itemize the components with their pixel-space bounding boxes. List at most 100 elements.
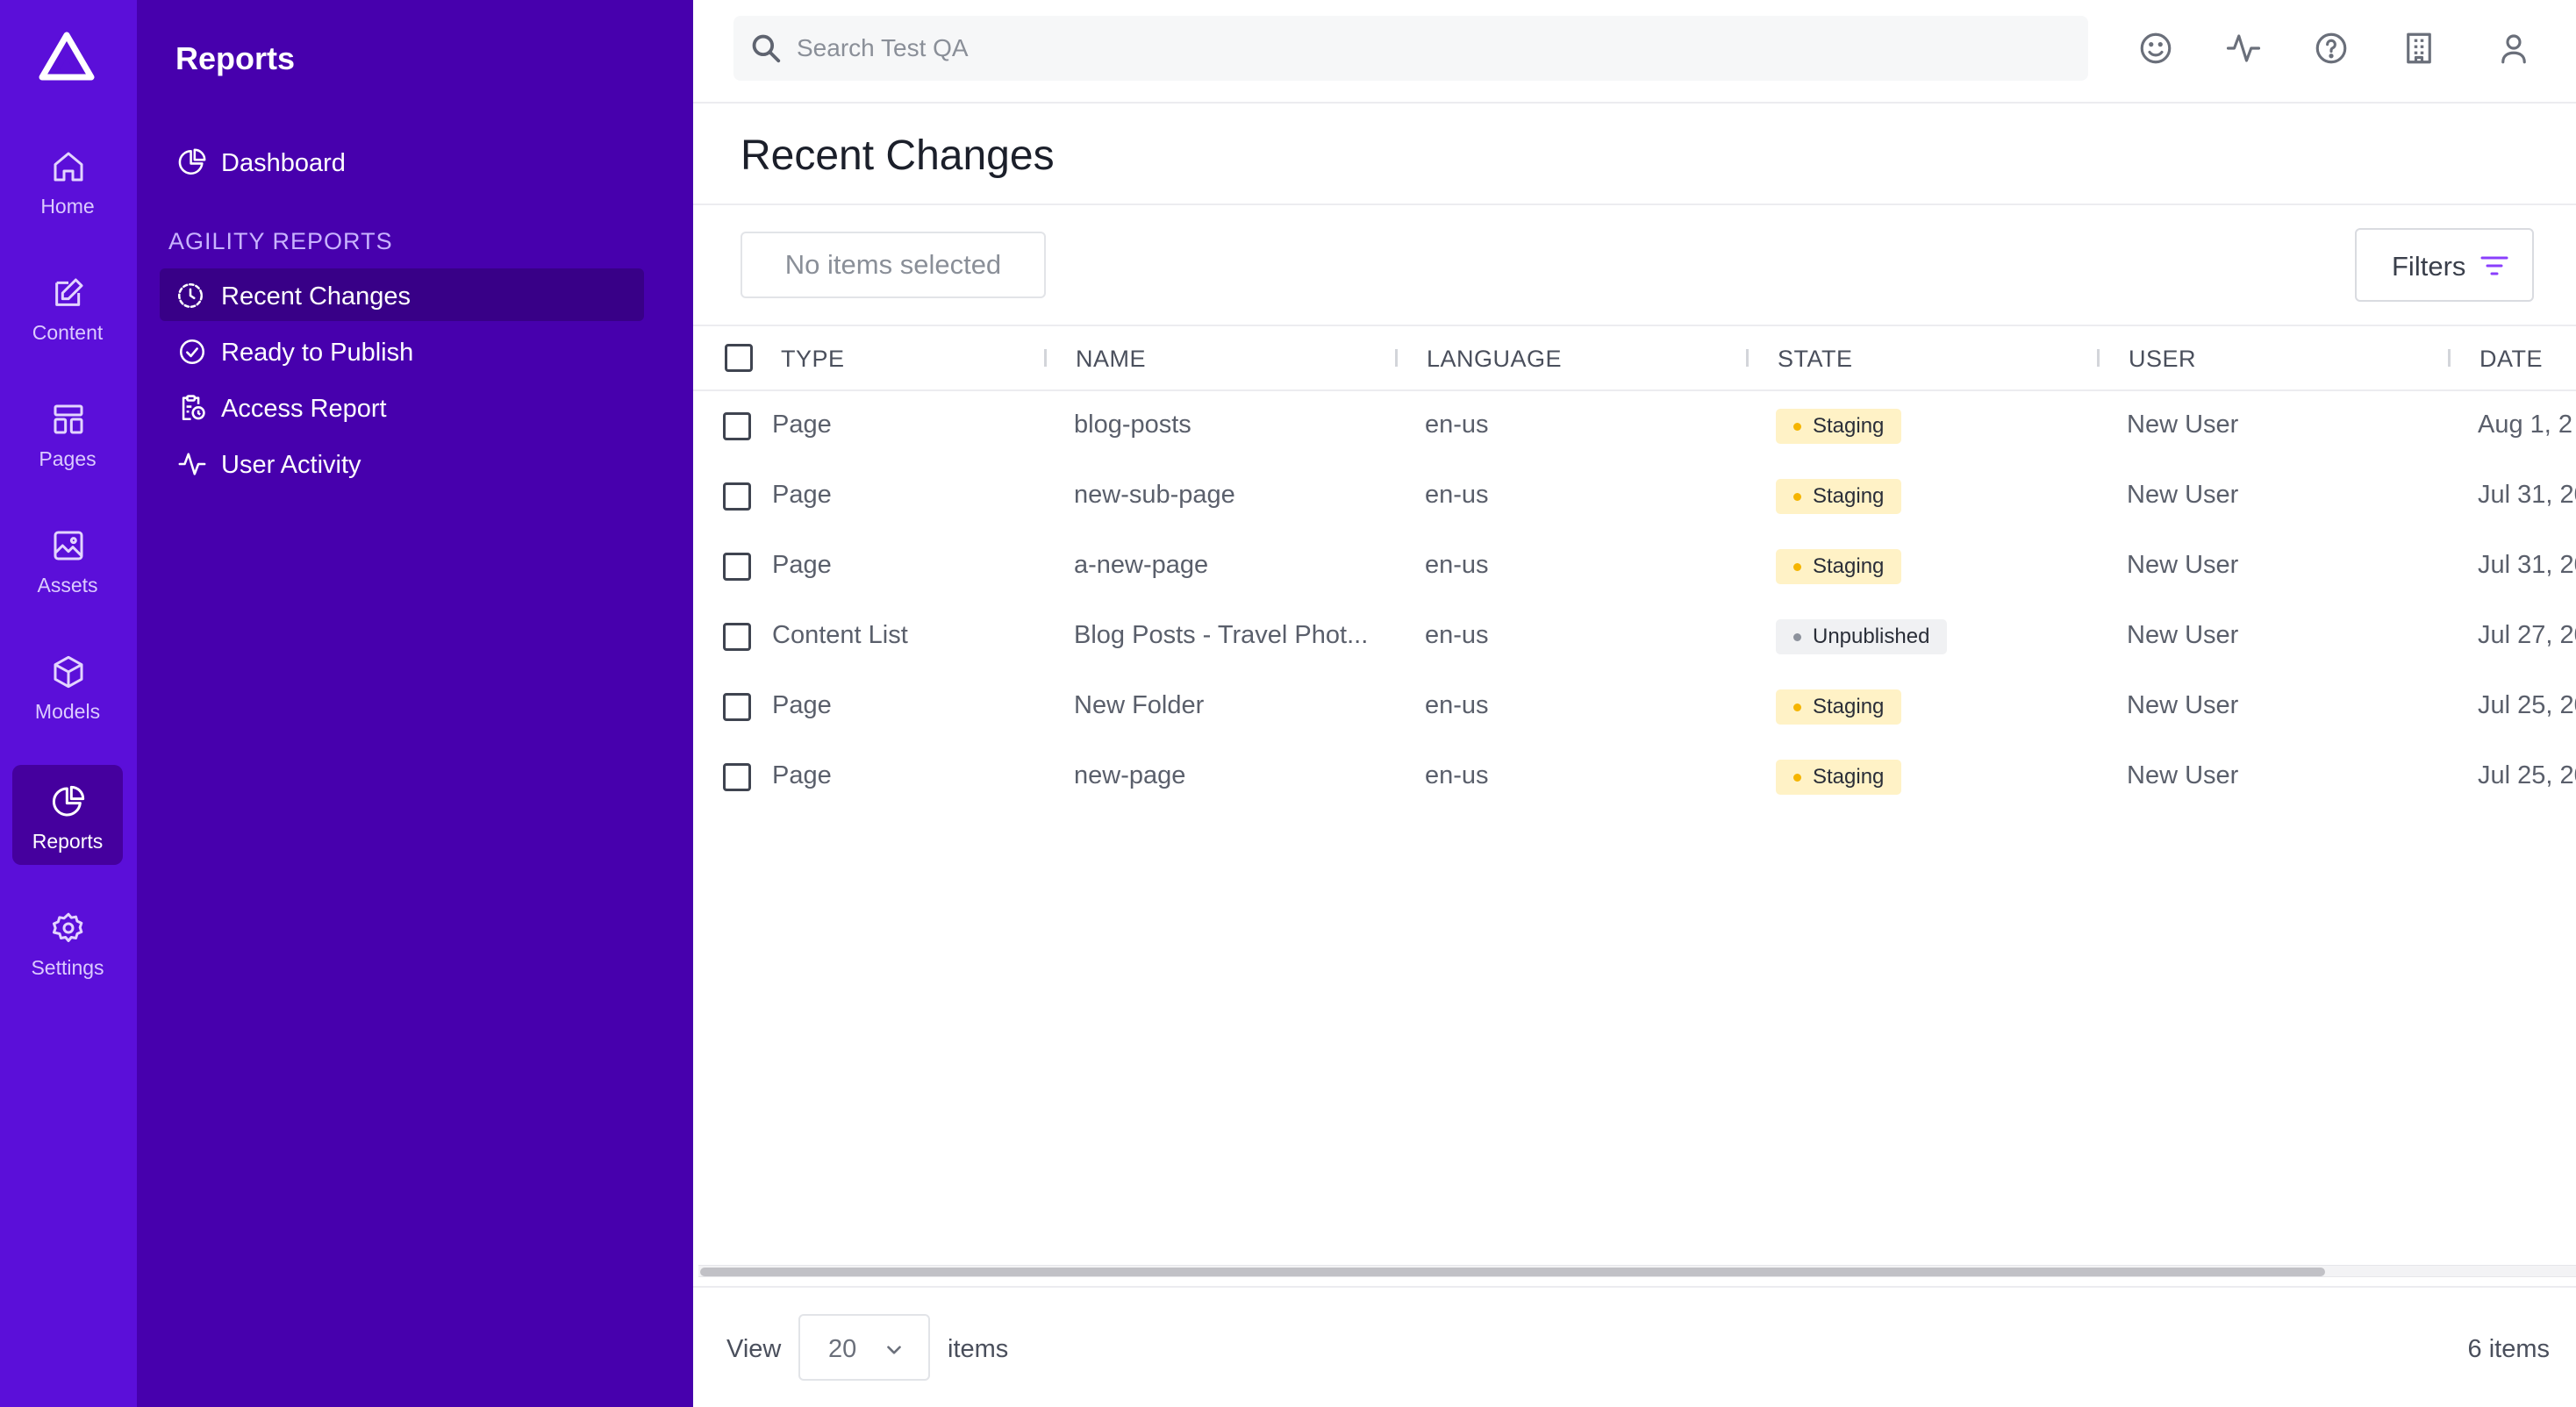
cell-name: New Folder xyxy=(1074,691,1205,719)
building-icon xyxy=(2407,32,2431,64)
row-checkbox[interactable] xyxy=(723,693,751,721)
sidebar-item-label: Dashboard xyxy=(221,149,346,177)
row-checkbox[interactable] xyxy=(723,623,751,651)
status-badge: Staging xyxy=(1776,409,1902,444)
row-checkbox[interactable] xyxy=(723,412,751,440)
row-checkbox[interactable] xyxy=(723,763,751,791)
filter-icon xyxy=(2480,256,2508,275)
activity-icon xyxy=(2226,34,2261,62)
rail-item-pages[interactable]: Pages xyxy=(12,382,123,482)
cell-date: Jul 31, 20 xyxy=(2478,481,2576,509)
status-badge: Staging xyxy=(1776,689,1902,725)
sidebar-item-recent-changes[interactable]: Recent Changes xyxy=(160,268,644,321)
rail-item-home[interactable]: Home xyxy=(12,130,123,230)
cell-language: en-us xyxy=(1425,621,1489,649)
table-row[interactable]: Page new-page en-us Staging New User Jul… xyxy=(693,742,2576,812)
organization-button[interactable] xyxy=(2401,30,2437,67)
sidebar-item-label: User Activity xyxy=(221,451,361,479)
column-resize-handle[interactable] xyxy=(1746,349,1749,367)
reports-sidebar: Reports Dashboard AGILITY REPORTS Recent… xyxy=(137,0,693,1407)
cell-language: en-us xyxy=(1425,761,1489,789)
horizontal-scrollbar[interactable] xyxy=(698,1265,2576,1277)
rail-item-content[interactable]: Content xyxy=(12,256,123,356)
table-row[interactable]: Page new-sub-page en-us Staging New User… xyxy=(693,461,2576,532)
column-resize-handle[interactable] xyxy=(2097,349,2100,367)
table-footer: View 20 items 6 items xyxy=(693,1286,2576,1407)
cell-language: en-us xyxy=(1425,691,1489,719)
sidebar-section-label: AGILITY REPORTS xyxy=(168,228,393,254)
table-row[interactable]: Page New Folder en-us Staging New User J… xyxy=(693,672,2576,742)
column-header-user[interactable]: USER xyxy=(2129,346,2196,373)
sidebar-item-access-report[interactable]: Access Report xyxy=(161,381,644,433)
table-row[interactable]: Page blog-posts en-us Staging New User A… xyxy=(693,391,2576,461)
table-row[interactable]: Content List Blog Posts - Travel Phot...… xyxy=(693,602,2576,672)
item-count: 6 items xyxy=(2467,1335,2550,1363)
activity-button[interactable] xyxy=(2225,30,2262,67)
page-title: Recent Changes xyxy=(741,132,1055,179)
user-icon xyxy=(2501,34,2526,64)
select-all-checkbox[interactable] xyxy=(725,344,753,372)
cell-user: New User xyxy=(2127,761,2239,789)
status-text: Unpublished xyxy=(1813,625,1930,648)
column-resize-handle[interactable] xyxy=(1044,349,1047,367)
rail-label: Pages xyxy=(39,447,97,470)
sidebar-item-dashboard[interactable]: Dashboard xyxy=(161,135,644,188)
scrollbar-thumb[interactable] xyxy=(700,1268,2325,1276)
row-checkbox[interactable] xyxy=(723,553,751,581)
status-dot xyxy=(1793,563,1801,571)
column-header-date[interactable]: DATE xyxy=(2479,346,2543,373)
cell-user: New User xyxy=(2127,481,2239,509)
sidebar-item-user-activity[interactable]: User Activity xyxy=(161,437,644,489)
feedback-button[interactable] xyxy=(2137,30,2174,67)
home-icon xyxy=(54,152,83,182)
rail-label: Assets xyxy=(37,574,98,596)
rail-item-models[interactable]: Models xyxy=(12,635,123,735)
activity-icon xyxy=(178,453,206,475)
column-header-name[interactable]: NAME xyxy=(1076,346,1146,373)
view-label: View xyxy=(726,1335,782,1363)
rail-item-assets[interactable]: Assets xyxy=(12,509,123,609)
filters-button[interactable]: Filters xyxy=(2355,228,2534,302)
column-header-state[interactable]: STATE xyxy=(1778,346,1853,373)
image-icon xyxy=(54,531,83,561)
profile-button[interactable] xyxy=(2495,30,2532,67)
cell-date: Jul 31, 20 xyxy=(2478,551,2576,579)
cell-name: blog-posts xyxy=(1074,411,1191,439)
cell-language: en-us xyxy=(1425,551,1489,579)
agility-logo-icon[interactable] xyxy=(39,32,95,81)
row-checkbox[interactable] xyxy=(723,482,751,511)
column-resize-handle[interactable] xyxy=(1395,349,1398,367)
cell-user: New User xyxy=(2127,551,2239,579)
cell-date: Jul 25, 20 xyxy=(2478,761,2576,789)
top-bar xyxy=(693,0,2576,104)
search-input[interactable] xyxy=(797,26,2060,70)
sidebar-item-label: Recent Changes xyxy=(221,282,411,311)
cell-type: Content List xyxy=(772,621,908,649)
help-button[interactable] xyxy=(2313,30,2350,67)
rail-label: Reports xyxy=(32,830,104,853)
page-size-select[interactable]: 20 xyxy=(798,1314,930,1381)
cell-name: a-new-page xyxy=(1074,551,1209,579)
nav-rail: Home Content Pages Assets Models Reports… xyxy=(0,0,137,1407)
sidebar-title: Reports xyxy=(175,40,296,76)
rail-item-settings[interactable]: Settings xyxy=(12,891,123,991)
filters-label: Filters xyxy=(2392,251,2466,282)
cell-language: en-us xyxy=(1425,481,1489,509)
cell-type: Page xyxy=(772,551,832,579)
status-text: Staging xyxy=(1813,484,1885,508)
sidebar-item-ready-to-publish[interactable]: Ready to Publish xyxy=(161,325,644,377)
pie-chart-icon xyxy=(53,785,85,817)
rail-item-reports[interactable]: Reports xyxy=(12,765,123,865)
table-row[interactable]: Page a-new-page en-us Staging New User J… xyxy=(693,532,2576,602)
search-box[interactable] xyxy=(733,16,2088,81)
page-size-value: 20 xyxy=(828,1335,857,1363)
column-header-language[interactable]: LANGUAGE xyxy=(1427,346,1562,373)
status-badge: Staging xyxy=(1776,479,1902,514)
status-dot xyxy=(1793,774,1801,782)
column-resize-handle[interactable] xyxy=(2448,349,2451,367)
column-header-type[interactable]: TYPE xyxy=(781,346,845,373)
divider xyxy=(693,204,2576,205)
cell-user: New User xyxy=(2127,411,2239,439)
cube-icon xyxy=(54,655,83,689)
status-text: Staging xyxy=(1813,765,1885,789)
